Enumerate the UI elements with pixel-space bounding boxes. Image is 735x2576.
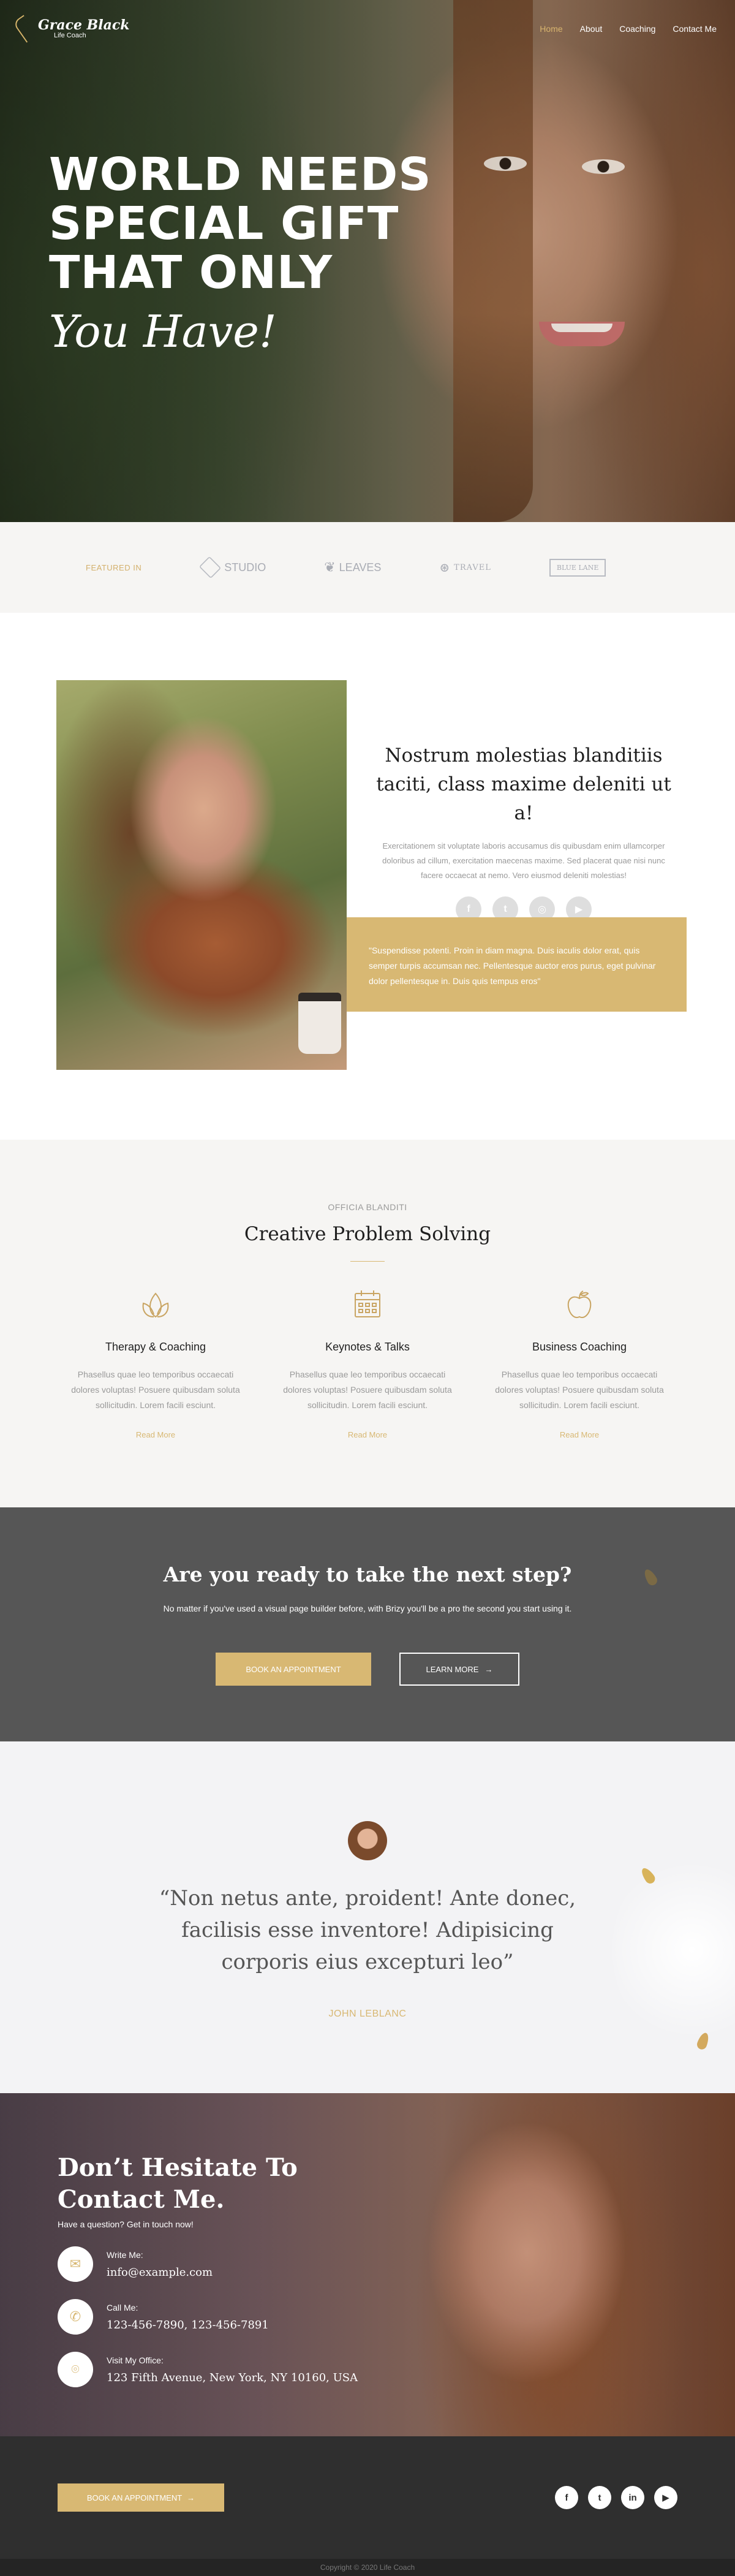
- about-section: Nostrum molestias blanditiis taciti, cla…: [0, 613, 735, 1140]
- service-card: Therapy & Coaching Phasellus quae leo te…: [67, 1287, 244, 1439]
- hero-headline: WORLD NEEDS SPECIAL GIFT THAT ONLY You H…: [49, 150, 432, 362]
- avatar: [348, 1821, 387, 1860]
- featured-logo-text: BLUE LANE: [556, 563, 599, 572]
- services-section: OFFICIA BLANDITI Creative Problem Solvin…: [0, 1140, 735, 1507]
- logo-name: Grace Black: [38, 17, 130, 33]
- arrow-right-icon: →: [187, 2493, 195, 2502]
- service-read-more-link[interactable]: Read More: [67, 1430, 244, 1439]
- site-footer: BOOK AN APPOINTMENT → f t in ▶ Copyright…: [0, 2436, 735, 2576]
- contact-row-address: ⌾ Visit My Office: 123 Fifth Avenue, New…: [58, 2352, 358, 2387]
- featured-label: FEATURED IN: [86, 563, 142, 572]
- testimonial-author: JOHN LEBLANC: [328, 2009, 407, 2019]
- services-divider: [350, 1261, 385, 1262]
- testimonial-quote: “Non netus ante, proident! Ante donec, f…: [159, 1886, 576, 1974]
- nav-link-coaching[interactable]: Coaching: [619, 24, 655, 34]
- nav-link-about[interactable]: About: [580, 24, 603, 34]
- lotus-icon: [142, 1292, 169, 1318]
- studio-logo-icon: [199, 556, 222, 579]
- contact-title-line-2: Contact Me.: [58, 2185, 225, 2214]
- phone-icon: ✆: [58, 2299, 93, 2335]
- services-list: Therapy & Coaching Phasellus quae leo te…: [0, 1287, 735, 1439]
- featured-logo-text: TRAVEL: [454, 563, 491, 572]
- cta-buttons: BOOK AN APPOINTMENT LEARN MORE →: [0, 1653, 735, 1686]
- cta-title: Are you ready to take the next step?: [163, 1563, 572, 1586]
- about-body: Exercitationem sit voluptate laboris acc…: [382, 841, 665, 880]
- contact-title: Don’t Hesitate To Contact Me.: [58, 2152, 358, 2216]
- contact-title-line-1: Don’t Hesitate To: [58, 2153, 298, 2182]
- about-photo: [56, 680, 347, 1070]
- nav-link-home[interactable]: Home: [540, 24, 562, 34]
- nav-links: Home About Coaching Contact Me: [540, 24, 717, 34]
- service-card: Keynotes & Talks Phasellus quae leo temp…: [279, 1287, 456, 1439]
- calendar-icon: [355, 1290, 380, 1317]
- about-quote-box: "Suspendisse potenti. Proin in diam magn…: [347, 917, 687, 1012]
- service-read-more-link[interactable]: Read More: [279, 1430, 456, 1439]
- contact-content: Don’t Hesitate To Contact Me. Have a que…: [58, 2152, 358, 2387]
- contact-label: Write Me:: [107, 2250, 143, 2260]
- service-read-more-link[interactable]: Read More: [491, 1430, 668, 1439]
- hero-line-2: SPECIAL GIFT: [49, 197, 399, 250]
- contact-row-email: ✉ Write Me: info@example.com: [58, 2246, 358, 2282]
- services-kicker: OFFICIA BLANDITI: [328, 1202, 407, 1212]
- service-text: Phasellus quae leo temporibus occaecati …: [495, 1369, 664, 1410]
- service-text: Phasellus quae leo temporibus occaecati …: [71, 1369, 240, 1410]
- compass-logo-icon: ⊛: [439, 560, 451, 575]
- contact-subtitle: Have a question? Get in touch now!: [58, 2219, 194, 2229]
- youtube-icon[interactable]: ▶: [654, 2486, 677, 2509]
- featured-logo-travel: ⊛ TRAVEL: [439, 560, 491, 575]
- contact-label: Visit My Office:: [107, 2355, 164, 2365]
- featured-logo-bluelane: BLUE LANE: [549, 558, 606, 577]
- about-content: Nostrum molestias blanditiis taciti, cla…: [371, 674, 677, 922]
- phone-link[interactable]: 123-456-7890, 123-456-7891: [107, 2319, 269, 2332]
- laurel-icon: [12, 15, 38, 43]
- envelope-icon: ✉: [58, 2246, 93, 2282]
- hero-script-line: You Have!: [49, 306, 277, 357]
- arrow-right-icon: →: [484, 1664, 493, 1674]
- cta-section: Are you ready to take the next step? No …: [0, 1507, 735, 1741]
- featured-logo-leaves: ❦ LEAVES: [324, 559, 381, 575]
- email-link[interactable]: info@example.com: [107, 2266, 213, 2279]
- featured-in-bar: FEATURED IN STUDIO ❦ LEAVES ⊛ TRAVEL BLU…: [0, 522, 735, 613]
- footer-button-label: BOOK AN APPOINTMENT: [86, 2493, 183, 2502]
- service-title: Keynotes & Talks: [325, 1341, 410, 1353]
- service-text: Phasellus quae leo temporibus occaecati …: [283, 1369, 452, 1410]
- apple-icon: [567, 1290, 592, 1318]
- contact-row-phone: ✆ Call Me: 123-456-7890, 123-456-7891: [58, 2299, 358, 2335]
- address-text: 123 Fifth Avenue, New York, NY 10160, US…: [107, 2371, 358, 2384]
- hero-line-3: THAT ONLY: [49, 246, 333, 299]
- hero-line-1: WORLD NEEDS: [49, 148, 432, 201]
- site-logo[interactable]: Grace Black Life Coach: [12, 15, 130, 43]
- leaf-logo-icon: ❦: [324, 559, 336, 575]
- service-title: Business Coaching: [532, 1341, 627, 1353]
- top-nav: Grace Black Life Coach Home About Coachi…: [0, 0, 735, 58]
- coffee-cup: [298, 993, 341, 1054]
- footer-social-links: f t in ▶: [555, 2486, 677, 2509]
- services-title: Creative Problem Solving: [244, 1223, 491, 1245]
- featured-logo-studio: STUDIO: [199, 556, 266, 579]
- copyright: Copyright © 2020 Life Coach: [0, 2559, 735, 2576]
- linkedin-icon[interactable]: in: [621, 2486, 644, 2509]
- book-appointment-button[interactable]: BOOK AN APPOINTMENT: [216, 1653, 371, 1686]
- footer-top: BOOK AN APPOINTMENT → f t in ▶: [0, 2436, 735, 2559]
- hero-section: Grace Black Life Coach Home About Coachi…: [0, 0, 735, 522]
- twitter-icon[interactable]: t: [588, 2486, 611, 2509]
- learn-more-label: LEARN MORE: [426, 1664, 479, 1674]
- cta-text: No matter if you've used a visual page b…: [163, 1604, 572, 1613]
- nav-link-contact[interactable]: Contact Me: [673, 24, 717, 34]
- footer-book-appointment-button[interactable]: BOOK AN APPOINTMENT →: [58, 2483, 224, 2512]
- featured-logo-text: STUDIO: [224, 561, 266, 574]
- learn-more-button[interactable]: LEARN MORE →: [399, 1653, 519, 1686]
- featured-logo-text: LEAVES: [339, 561, 382, 574]
- facebook-icon[interactable]: f: [555, 2486, 578, 2509]
- contact-section: Don’t Hesitate To Contact Me. Have a que…: [0, 2093, 735, 2436]
- contact-label: Call Me:: [107, 2303, 138, 2313]
- location-pin-icon: ⌾: [58, 2352, 93, 2387]
- about-heading: Nostrum molestias blanditiis taciti, cla…: [376, 744, 671, 824]
- service-title: Therapy & Coaching: [105, 1341, 206, 1353]
- testimonial-section: “Non netus ante, proident! Ante donec, f…: [0, 1741, 735, 2093]
- service-card: Business Coaching Phasellus quae leo tem…: [491, 1287, 668, 1439]
